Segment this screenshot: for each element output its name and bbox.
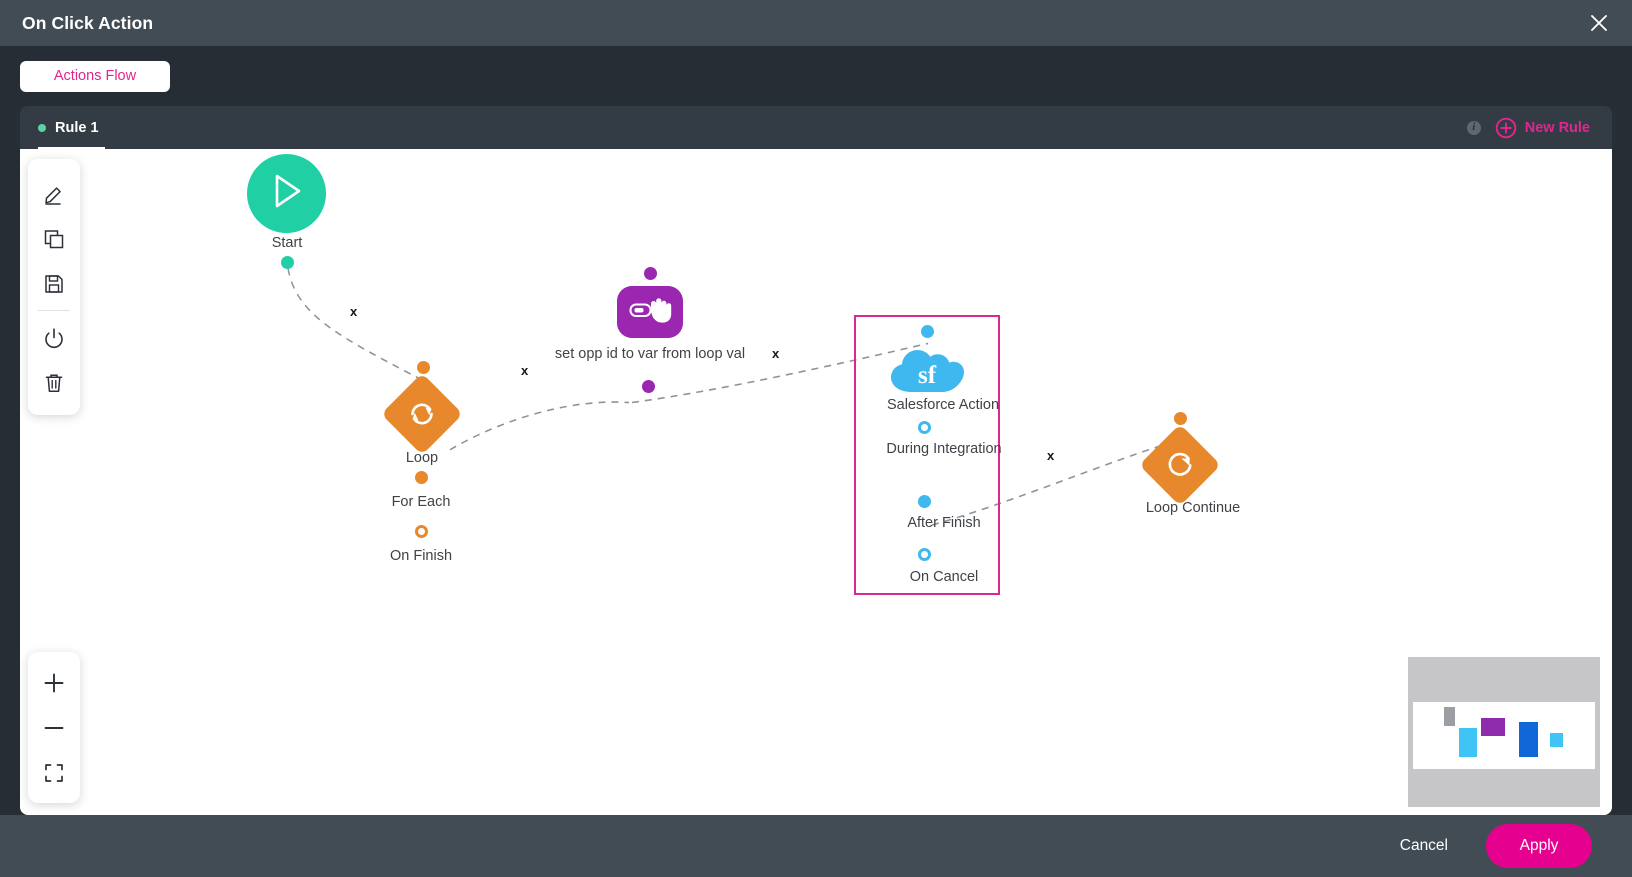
- edge-set-opp-id-to-salesforce: [631, 342, 929, 404]
- minimap-node: [1481, 718, 1505, 736]
- cancel-button[interactable]: Cancel: [1388, 829, 1460, 863]
- fit-to-screen-button[interactable]: [28, 750, 80, 795]
- node-set-opp-id[interactable]: [617, 286, 683, 338]
- tab-actions-flow-label: Actions Flow: [53, 68, 137, 84]
- edit-button[interactable]: [28, 171, 80, 216]
- play-icon: [268, 171, 306, 216]
- rule-tab-rule-1[interactable]: Rule 1: [20, 106, 117, 149]
- node-salesforce-action[interactable]: sf: [888, 345, 966, 397]
- copy-icon: [43, 228, 65, 250]
- rule-tab-label: Rule 1: [55, 119, 99, 136]
- minimap-node: [1550, 733, 1563, 747]
- trash-icon: [43, 372, 65, 394]
- zoom-out-button[interactable]: [28, 705, 80, 750]
- add-new-rule-button[interactable]: New Rule: [1495, 117, 1590, 139]
- edge-delete-start-loop[interactable]: x: [350, 305, 357, 318]
- floppy-disk-icon: [43, 273, 65, 295]
- on-click-action-dialog: On Click Action Actions Flow Rule 1 i Ne…: [0, 0, 1632, 877]
- port-loop-in[interactable]: [417, 361, 430, 374]
- loop-continue-arrow-icon: [1164, 449, 1196, 481]
- expand-icon: [42, 761, 66, 785]
- minimap-node: [1444, 707, 1455, 726]
- plus-icon: [42, 671, 66, 695]
- edge-delete-loop-set-opp-id[interactable]: x: [521, 364, 528, 377]
- rule-status-dot-icon: [38, 123, 46, 132]
- flow-edges-layer: [287, 268, 1183, 526]
- node-actions-toolbar: [28, 159, 80, 415]
- port-set-opp-id-in[interactable]: [644, 267, 657, 280]
- minimap-viewport[interactable]: [1413, 702, 1595, 769]
- flow-tab-strip: Actions Flow: [0, 46, 1632, 106]
- edge-loop-to-set-opp-id: [449, 401, 630, 451]
- edge-salesforce-to-loop-continue: [931, 438, 1183, 526]
- minimap-node: [1519, 722, 1538, 757]
- port-salesforce-after-finish[interactable]: [918, 495, 931, 508]
- node-start[interactable]: [247, 154, 326, 233]
- plus-circle-icon: [1495, 117, 1517, 139]
- port-start-out[interactable]: [281, 256, 294, 269]
- port-loop-onfinish[interactable]: [415, 525, 428, 538]
- dialog-titlebar: On Click Action: [0, 0, 1632, 46]
- minimap[interactable]: [1408, 657, 1600, 807]
- rule-tab-bar: Rule 1 i New Rule: [20, 106, 1612, 149]
- power-icon: [43, 327, 65, 349]
- close-icon[interactable]: [1586, 10, 1612, 36]
- salesforce-cloud-icon: [888, 343, 966, 400]
- page-title: On Click Action: [22, 12, 154, 33]
- tab-actions-flow[interactable]: Actions Flow: [20, 60, 170, 92]
- dialog-footer: Cancel Apply: [0, 815, 1632, 877]
- port-salesforce-in[interactable]: [921, 325, 934, 338]
- rule-bar-actions: i New Rule: [1466, 106, 1612, 149]
- duplicate-button[interactable]: [28, 216, 80, 261]
- info-icon[interactable]: i: [1466, 120, 1481, 135]
- port-loop-foreach[interactable]: [415, 471, 428, 484]
- delete-button[interactable]: [28, 360, 80, 405]
- click-hand-icon: [628, 295, 672, 330]
- enable-disable-button[interactable]: [28, 315, 80, 360]
- port-set-opp-id-out[interactable]: [642, 380, 655, 393]
- port-salesforce-during-integration[interactable]: [918, 421, 931, 434]
- add-new-rule-label: New Rule: [1524, 119, 1590, 136]
- apply-button[interactable]: Apply: [1486, 824, 1592, 868]
- minimap-node: [1459, 728, 1477, 757]
- loop-refresh-icon: [406, 398, 438, 430]
- pencil-icon: [43, 183, 65, 205]
- toolbar-divider: [38, 310, 70, 311]
- edge-delete-salesforce-loop-continue[interactable]: x: [1047, 449, 1054, 462]
- save-button[interactable]: [28, 261, 80, 306]
- zoom-toolbar: [28, 652, 80, 803]
- flow-canvas[interactable]: Start Loop For Each On Finish set opp id…: [20, 149, 1612, 815]
- zoom-in-button[interactable]: [28, 660, 80, 705]
- minus-icon: [42, 716, 66, 740]
- port-loop-continue-in[interactable]: [1174, 412, 1187, 425]
- port-salesforce-on-cancel[interactable]: [918, 548, 931, 561]
- edge-start-to-loop: [287, 268, 425, 382]
- edge-delete-set-opp-id-salesforce[interactable]: x: [772, 347, 779, 360]
